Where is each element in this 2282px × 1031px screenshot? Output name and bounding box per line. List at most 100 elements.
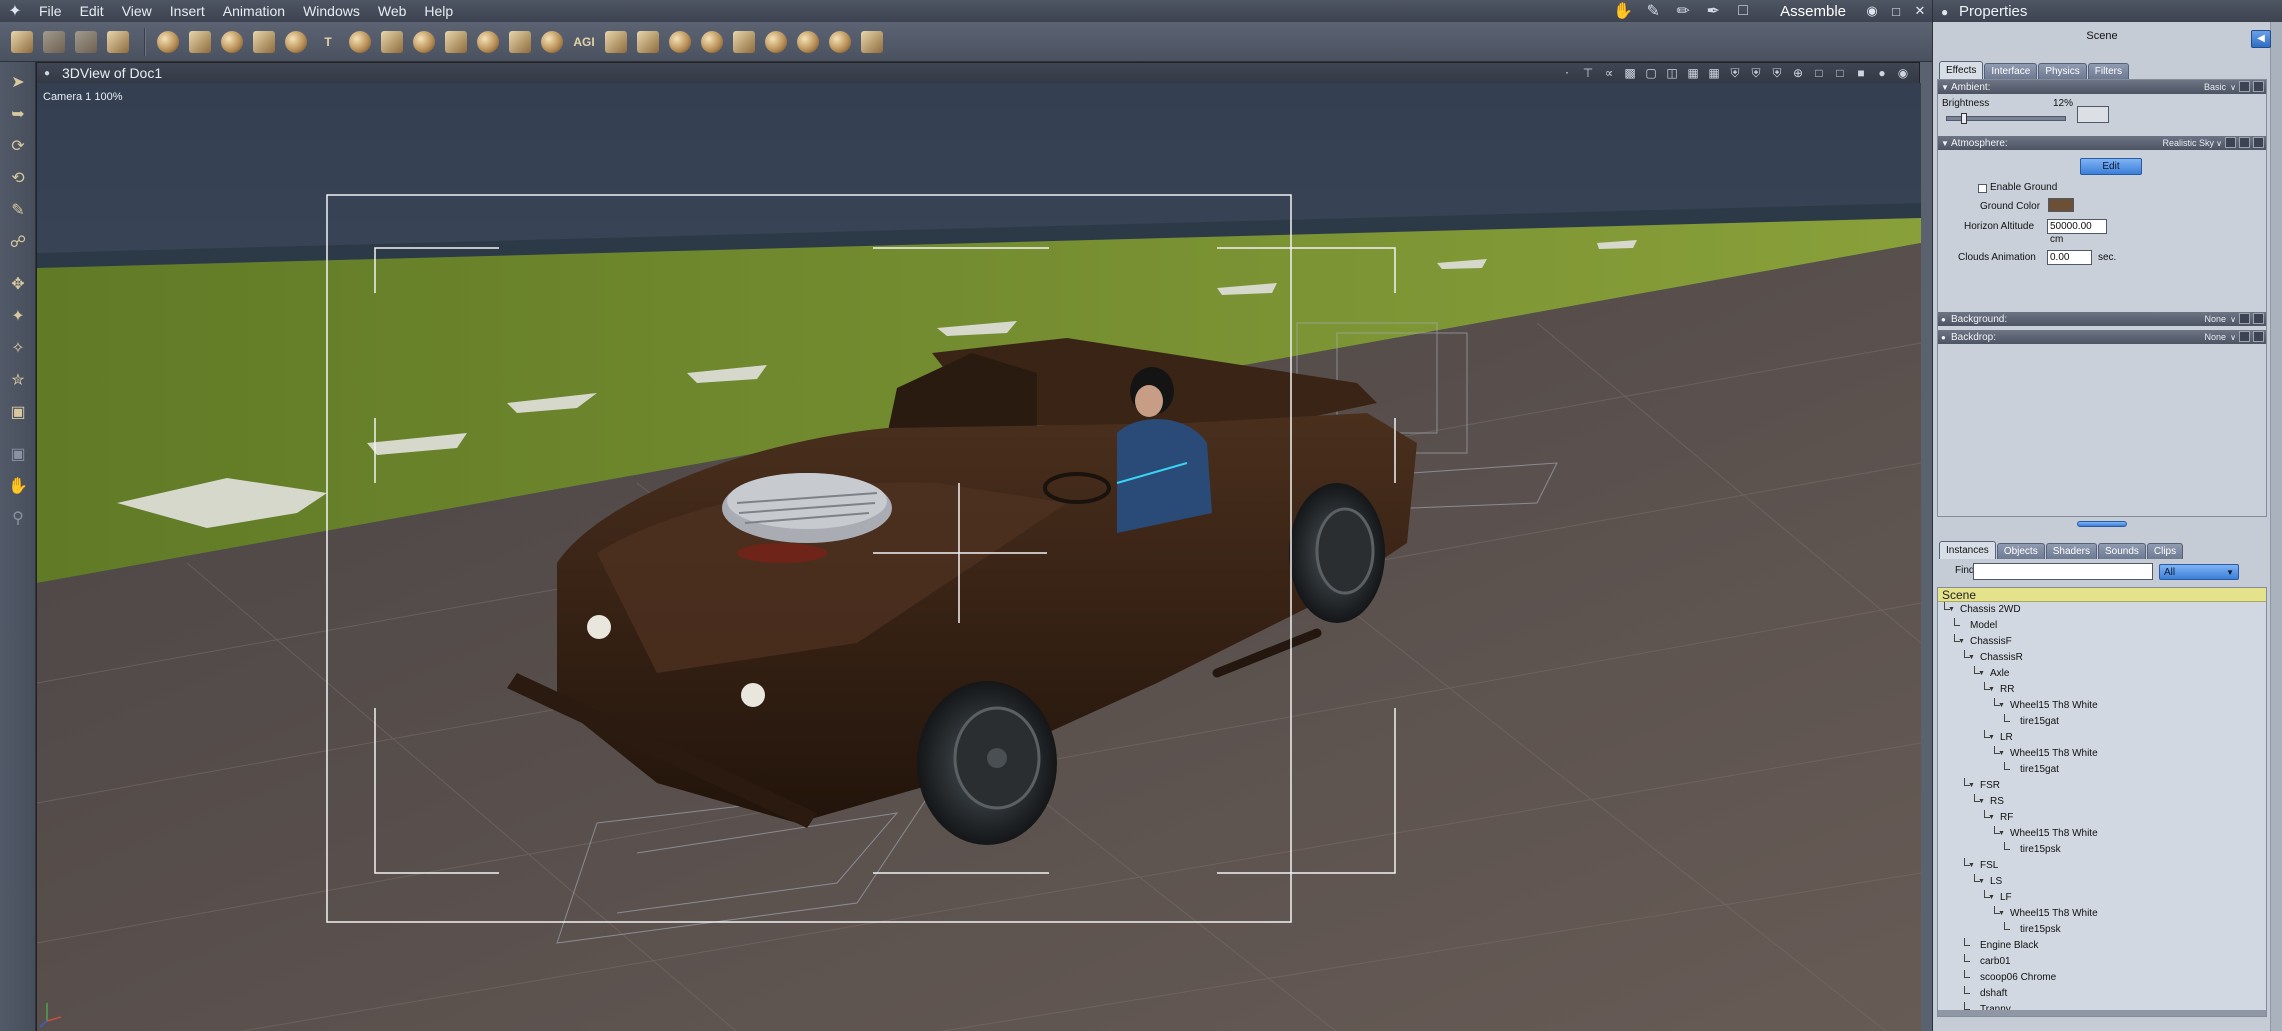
- maximize-icon[interactable]: □: [1884, 4, 1908, 19]
- expand-triangle-icon[interactable]: ▼: [1948, 602, 1955, 618]
- shield-icon[interactable]: ⛨: [1727, 65, 1743, 81]
- orbit-icon[interactable]: ⟲: [6, 166, 30, 190]
- tab-shaders[interactable]: Shaders: [2045, 543, 2097, 559]
- 3d-viewport[interactable]: ● 3DView of Doc1 ⋅ ⊤ ∝ ▩ ▢ ◫ ▦ ▦ ⛨ ⛨ ⛨ ⊕…: [36, 62, 1921, 1031]
- horizon-altitude-input[interactable]: 50000.00 cm: [2047, 219, 2107, 245]
- tree-item[interactable]: ▼ FSL: [1938, 858, 2266, 874]
- move-camera-icon[interactable]: ⊕: [1790, 65, 1806, 81]
- tree-item[interactable]: Model: [1938, 618, 2266, 634]
- tree-item[interactable]: ▼ RS: [1938, 794, 2266, 810]
- ambient-menu-icon[interactable]: [2253, 81, 2264, 92]
- pen-tool-icon[interactable]: ✏: [1668, 1, 1698, 21]
- wrench-icon[interactable]: [730, 28, 758, 56]
- backdrop-value[interactable]: None: [2204, 332, 2226, 342]
- ruler-tool-icon[interactable]: □: [1728, 2, 1758, 20]
- paint-tool-icon[interactable]: [8, 28, 36, 56]
- expand-triangle-icon[interactable]: ▼: [1998, 826, 2005, 842]
- pipe-primitive-icon[interactable]: [250, 28, 278, 56]
- backdrop-section-header[interactable]: ● Backdrop: None ∨: [1938, 330, 2266, 344]
- menu-insert[interactable]: Insert: [161, 3, 214, 19]
- expand-triangle-icon[interactable]: ▼: [1998, 746, 2005, 762]
- expand-triangle-icon[interactable]: ▼: [1988, 730, 1995, 746]
- room-name[interactable]: Assemble: [1780, 3, 1846, 20]
- layout-single-icon[interactable]: ▢: [1643, 65, 1659, 81]
- panel-splitter[interactable]: [1937, 520, 2267, 528]
- tree-item[interactable]: ▼ LF: [1938, 890, 2266, 906]
- atmosphere-section-header[interactable]: ▼ Atmosphere: Realistic Sky ∨: [1938, 136, 2266, 150]
- filter-select[interactable]: All ▼: [2159, 564, 2239, 580]
- menu-edit[interactable]: Edit: [71, 3, 113, 19]
- expand-triangle-icon[interactable]: ▼: [1988, 810, 1995, 826]
- text-primitive-icon[interactable]: T: [314, 28, 342, 56]
- enable-ground-checkbox[interactable]: [1978, 184, 1987, 193]
- dotted-box-icon[interactable]: □: [1811, 65, 1827, 81]
- background-section-header[interactable]: ● Background: None ∨: [1938, 312, 2266, 326]
- tree-root[interactable]: Scene: [1938, 588, 2266, 602]
- solid-box-icon[interactable]: ■: [1853, 65, 1869, 81]
- move-xy-icon[interactable]: ✦: [6, 304, 30, 328]
- quill-tool-icon[interactable]: ✒: [1698, 1, 1728, 21]
- brightness-slider-thumb[interactable]: [1960, 113, 1967, 124]
- terrain-icon[interactable]: [378, 28, 406, 56]
- link-icon[interactable]: ☍: [6, 230, 30, 254]
- expand-triangle-icon[interactable]: ▼: [1968, 858, 1975, 874]
- layout-split-icon[interactable]: ◫: [1664, 65, 1680, 81]
- tree-item[interactable]: carb01: [1938, 954, 2266, 970]
- tab-physics[interactable]: Physics: [2038, 63, 2087, 79]
- ambient-mode[interactable]: Basic: [2204, 82, 2226, 92]
- backdrop-dropdown-icon[interactable]: ∨: [2230, 333, 2236, 342]
- tree-item[interactable]: ▼ Chassis 2WD: [1938, 602, 2266, 618]
- shield-alt2-icon[interactable]: ⛨: [1769, 65, 1785, 81]
- ambient-options-icon[interactable]: [2239, 81, 2250, 92]
- collapse-triangle-icon[interactable]: ▼: [1941, 83, 1951, 92]
- rotate-icon[interactable]: ⟳: [6, 134, 30, 158]
- zoom-icon[interactable]: ⚲: [6, 506, 30, 530]
- grid-sphere-icon[interactable]: [218, 28, 246, 56]
- tree-item[interactable]: ▼ LR: [1938, 730, 2266, 746]
- pencil-icon[interactable]: ✎: [6, 198, 30, 222]
- atmosphere-preset-icon[interactable]: [2225, 137, 2236, 148]
- cloud-icon[interactable]: [666, 28, 694, 56]
- brightness-slider[interactable]: [1946, 113, 2066, 124]
- shield-alt-icon[interactable]: ⛨: [1748, 65, 1764, 81]
- panel-menu-icon[interactable]: ●: [1941, 5, 1953, 19]
- water-drop-icon[interactable]: [474, 28, 502, 56]
- expand-triangle-icon[interactable]: ▼: [1978, 874, 1985, 890]
- expand-triangle-icon[interactable]: ▼: [1968, 778, 1975, 794]
- tree-item[interactable]: scoop06 Chrome: [1938, 970, 2266, 986]
- menu-web[interactable]: Web: [369, 3, 416, 19]
- expand-triangle-icon[interactable]: ▼: [1958, 634, 1965, 650]
- spiky-icon[interactable]: [538, 28, 566, 56]
- atmosphere-mode[interactable]: Realistic Sky: [2162, 138, 2214, 148]
- tree-item[interactable]: ▼ ChassisF: [1938, 634, 2266, 650]
- align-icon[interactable]: ⊤: [1580, 65, 1596, 81]
- scene-render[interactable]: [37, 83, 1921, 1031]
- snap-icon[interactable]: ⋅: [1559, 65, 1575, 81]
- tree-item[interactable]: ▼ ChassisR: [1938, 650, 2266, 666]
- tree-item[interactable]: ▼ Axle: [1938, 666, 2266, 682]
- tree-item[interactable]: ▼ Wheel15 Th8 White: [1938, 746, 2266, 762]
- tree-item[interactable]: ▼ LS: [1938, 874, 2266, 890]
- wire-box-icon[interactable]: □: [1832, 65, 1848, 81]
- tab-interface[interactable]: Interface: [1984, 63, 2038, 79]
- clouds-animation-input[interactable]: 0.00: [2047, 250, 2092, 265]
- gear-primitive-icon[interactable]: [346, 28, 374, 56]
- viewport-menu-icon[interactable]: ●: [44, 68, 54, 79]
- sphere-primitive-icon[interactable]: [154, 28, 182, 56]
- background-options-icon[interactable]: [2239, 313, 2250, 324]
- tree-item[interactable]: ▼ RF: [1938, 810, 2266, 826]
- atmosphere-edit-button[interactable]: Edit: [2080, 158, 2142, 175]
- background-value[interactable]: None: [2204, 314, 2226, 324]
- target-icon[interactable]: [826, 28, 854, 56]
- frame-icon[interactable]: ▩: [1622, 65, 1638, 81]
- splitter-grip[interactable]: [2077, 521, 2127, 527]
- background-menu-icon[interactable]: [2253, 313, 2264, 324]
- move-icon[interactable]: ✥: [6, 272, 30, 296]
- hand-grab-icon[interactable]: [40, 28, 68, 56]
- menu-help[interactable]: Help: [415, 3, 462, 19]
- select-group-icon[interactable]: ➥: [6, 102, 30, 126]
- layout-grid-icon[interactable]: ▦: [1706, 65, 1722, 81]
- scale-icon[interactable]: ✧: [6, 336, 30, 360]
- tree-item[interactable]: tire15psk: [1938, 842, 2266, 858]
- box-grid-icon[interactable]: [506, 28, 534, 56]
